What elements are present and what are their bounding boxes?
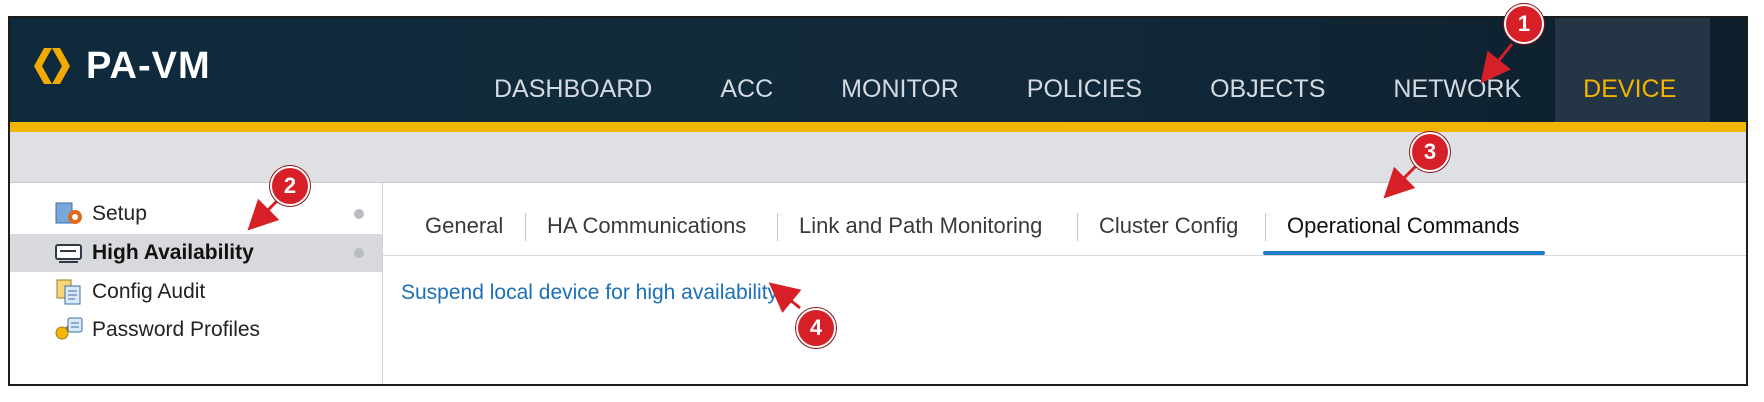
tab-operational-commands[interactable]: Operational Commands (1287, 213, 1519, 239)
sidebar: Setup High Availability Config Audit Pas… (10, 183, 383, 384)
sidebar-item-label: Config Audit (92, 280, 206, 303)
top-navigation-bar: PA-VM DASHBOARD ACC MONITOR POLICIES OBJ… (10, 18, 1746, 122)
callout-badge-2: 2 (270, 166, 310, 206)
logo: PA-VM (32, 44, 211, 88)
tab-divider (1077, 213, 1078, 241)
tab-cluster-config[interactable]: Cluster Config (1099, 213, 1238, 239)
nav-objects[interactable]: OBJECTS (1176, 18, 1359, 122)
tab-divider (1265, 213, 1266, 241)
tab-bar: General HA Communications Link and Path … (383, 183, 1746, 256)
sidebar-item-config-audit[interactable]: Config Audit (10, 273, 382, 311)
app-window: PA-VM DASHBOARD ACC MONITOR POLICIES OBJ… (8, 16, 1748, 386)
callout-badge-1: 1 (1504, 4, 1544, 44)
sidebar-item-label: Setup (92, 202, 147, 225)
status-dot (354, 248, 364, 258)
tab-general[interactable]: General (425, 213, 503, 239)
config-audit-icon (56, 279, 81, 305)
main-nav: DASHBOARD ACC MONITOR POLICIES OBJECTS N… (460, 18, 1746, 122)
main-panel: General HA Communications Link and Path … (383, 183, 1746, 384)
nav-monitor[interactable]: MONITOR (807, 18, 993, 122)
sidebar-item-label: High Availability (92, 241, 254, 264)
callout-badge-4: 4 (796, 308, 836, 348)
tab-link-and-path-monitoring[interactable]: Link and Path Monitoring (799, 213, 1042, 239)
nav-policies[interactable]: POLICIES (993, 18, 1176, 122)
password-profiles-icon (55, 317, 83, 340)
active-tab-indicator (1263, 251, 1545, 255)
sidebar-item-password-profiles[interactable]: Password Profiles (10, 311, 382, 349)
status-dot (354, 209, 364, 219)
setup-icon (55, 202, 82, 224)
sidebar-item-high-availability[interactable]: High Availability (10, 234, 382, 272)
sidebar-item-label: Password Profiles (92, 318, 261, 341)
tab-divider (777, 213, 778, 241)
pa-logo-icon (34, 48, 70, 84)
tab-divider (525, 213, 526, 241)
high-availability-icon (55, 244, 82, 263)
app-title: PA-VM (86, 44, 211, 87)
callout-badge-3: 3 (1410, 132, 1450, 172)
tab-ha-communications[interactable]: HA Communications (547, 213, 746, 239)
sidebar-item-setup[interactable]: Setup (10, 195, 382, 233)
nav-device[interactable]: DEVICE (1555, 18, 1711, 122)
nav-acc[interactable]: ACC (686, 18, 807, 122)
suspend-local-device-link[interactable]: Suspend local device for high availabili… (401, 281, 778, 305)
toolbar-strip (10, 132, 1746, 183)
nav-dashboard[interactable]: DASHBOARD (460, 18, 686, 122)
accent-bar (10, 122, 1746, 132)
